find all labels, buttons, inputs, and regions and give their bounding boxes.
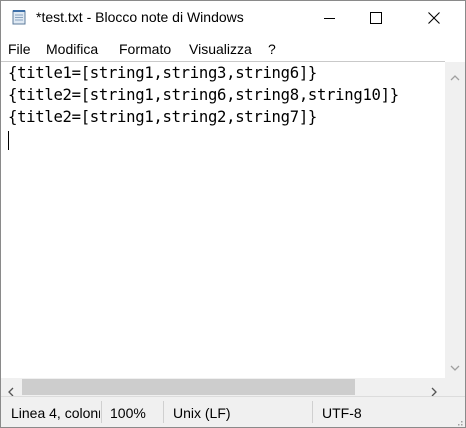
status-zoom: 100% (110, 405, 146, 421)
status-bar: Linea 4, colonna 1 100% Unix (LF) UTF-8 (1, 396, 465, 427)
scrollbar-corner (445, 378, 465, 396)
horizontal-scrollbar[interactable] (1, 378, 445, 397)
notepad-window: *test.txt - Blocco note di Windows File … (0, 0, 466, 428)
window-title: *test.txt - Blocco note di Windows (36, 9, 244, 25)
menu-help[interactable]: ? (268, 41, 276, 57)
maximize-icon (370, 11, 382, 24)
resize-grip-icon[interactable] (453, 414, 463, 427)
status-line-endings: Unix (LF) (173, 405, 231, 421)
menu-visualizza[interactable]: Visualizza (189, 41, 252, 57)
notepad-icon (11, 9, 27, 25)
status-encoding: UTF-8 (322, 405, 362, 421)
text-line-2: {title2=[string1,string6,string8,string1… (8, 86, 399, 104)
text-editor[interactable]: {title1=[string1,string3,string6]} {titl… (1, 61, 445, 379)
text-line-3: {title2=[string1,string2,string7]} (8, 108, 318, 126)
status-divider (101, 401, 102, 423)
text-line-1: {title1=[string1,string3,string6]} (8, 64, 318, 82)
horizontal-scroll-thumb[interactable] (22, 379, 355, 395)
menu-bar: File Modifica Formato Visualizza ? (1, 38, 465, 60)
scroll-down-arrow-icon[interactable] (450, 358, 460, 377)
maximize-button[interactable] (353, 1, 399, 34)
scroll-up-arrow-icon[interactable] (450, 68, 460, 87)
close-icon (428, 11, 440, 24)
status-divider (163, 401, 164, 423)
title-bar[interactable]: *test.txt - Blocco note di Windows (1, 1, 465, 34)
status-cursor-position: Linea 4, colonna 1 (11, 405, 100, 421)
vertical-scrollbar[interactable] (445, 62, 465, 378)
status-divider (312, 401, 313, 423)
menu-file[interactable]: File (8, 41, 31, 57)
menu-formato[interactable]: Formato (119, 41, 171, 57)
text-caret (8, 131, 9, 150)
minimize-icon (324, 12, 336, 24)
close-button[interactable] (411, 1, 457, 34)
menu-modifica[interactable]: Modifica (46, 41, 98, 57)
minimize-button[interactable] (307, 1, 353, 34)
